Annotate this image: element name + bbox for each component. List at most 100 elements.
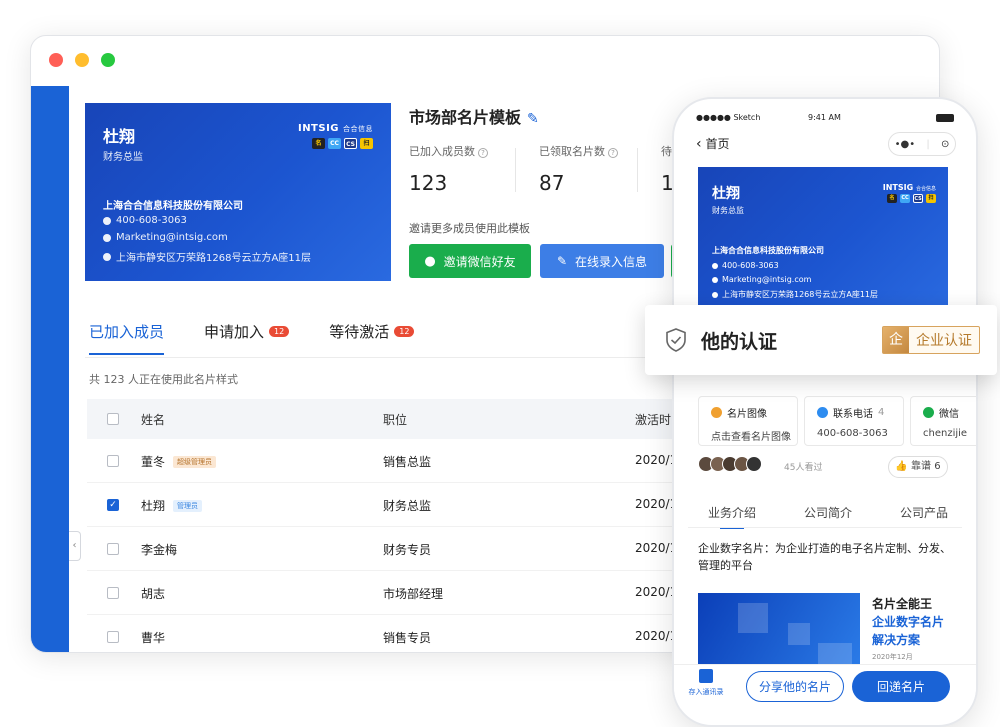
tab-applying[interactable]: 申请加入 12	[204, 316, 290, 346]
card-title: 财务总监	[712, 206, 744, 215]
row-checkbox[interactable]	[107, 455, 119, 467]
role-badge: 超级管理员	[173, 456, 217, 468]
card-title: 财务总监	[103, 152, 143, 163]
count-badge: 12	[394, 325, 415, 337]
column-header: 激活时	[635, 413, 672, 427]
tab-joined[interactable]: 已加入成员	[89, 316, 165, 355]
app-badge: CC	[900, 194, 910, 203]
phone-tabs: 业务介绍 公司简介 公司产品	[708, 504, 948, 529]
row-checkbox[interactable]	[107, 631, 119, 643]
battery-icon	[936, 114, 954, 122]
member-position: 销售专员	[383, 631, 432, 645]
reply-card-button[interactable]: 回递名片	[852, 671, 950, 702]
avatar	[746, 456, 762, 472]
wechat-icon	[923, 407, 934, 418]
quick-sub: 点击查看名片图像	[711, 432, 791, 443]
tab-divider	[688, 527, 962, 528]
pencil-icon: ✎	[556, 254, 568, 268]
like-button[interactable]: 👍 靠谱 6	[888, 456, 948, 478]
company-logo: INTSIG 合合信息	[297, 123, 373, 134]
select-all-checkbox[interactable]	[107, 413, 119, 425]
auth-title: 他的认证	[701, 331, 778, 353]
phone-business-card[interactable]: 杜翔 财务总监 INTSIG 合合信息 名 CC CS 扫 上海合合信息科技股份…	[698, 167, 948, 313]
card-email: Marketing@intsig.com	[712, 275, 811, 284]
tab-pending[interactable]: 等待激活 12	[329, 316, 415, 346]
enterprise-auth-badge[interactable]: 企 企业认证	[882, 326, 980, 354]
online-entry-button[interactable]: ✎ 在线录入信息	[540, 244, 664, 278]
viewer-count: 45人看过	[784, 463, 823, 473]
save-contacts-button[interactable]: 存入通讯录	[688, 669, 724, 697]
column-header: 姓名	[141, 413, 166, 427]
back-chevron-icon: ‹	[696, 136, 702, 152]
card-address: 上海市静安区万荣路1268号云立方A座11层	[103, 249, 311, 264]
row-checkbox[interactable]: ✓	[107, 499, 119, 511]
carrier: ●●●●● Sketch	[696, 113, 761, 122]
card-address: 上海市静安区万荣路1268号云立方A座11层	[712, 289, 878, 300]
share-card-button[interactable]: 分享他的名片	[746, 671, 844, 702]
location-icon	[712, 291, 718, 298]
minimize-dot[interactable]	[75, 53, 89, 67]
card-email: Marketing@intsig.com	[103, 232, 228, 243]
edit-icon[interactable]: ✎	[527, 111, 539, 127]
member-name: 曹华	[141, 631, 166, 645]
window-titlebar	[31, 36, 939, 86]
close-dot[interactable]	[49, 53, 63, 67]
company-logo: INTSIG 合合信息	[882, 183, 936, 192]
app-badges: 名 CC CS 扫	[312, 138, 373, 149]
card-phone: 400-608-3063	[712, 261, 779, 270]
tab-business[interactable]: 业务介绍	[708, 504, 756, 529]
clock: 9:41 AM	[808, 113, 841, 122]
member-name: 杜翔 管理员	[141, 497, 203, 514]
collapse-chevron-icon[interactable]: ‹	[69, 531, 81, 561]
shield-check-icon	[666, 328, 686, 352]
phone-icon	[103, 216, 111, 225]
tab-products[interactable]: 公司产品	[900, 504, 948, 521]
member-count: 共 123 人正在使用此名片样式	[89, 373, 238, 386]
mini-program-capsule: •●• | ⊙	[888, 132, 956, 156]
save-label: 存入通讯录	[688, 688, 724, 696]
promo-image[interactable]	[698, 593, 860, 673]
back-nav[interactable]: ‹ 首页	[696, 135, 729, 152]
role-badge: 管理员	[173, 500, 203, 512]
phone-icon	[817, 407, 828, 418]
member-position: 销售总监	[383, 455, 432, 469]
stat-value: 123	[409, 171, 448, 195]
member-position: 市场部经理	[383, 587, 444, 601]
app-badge: CS	[344, 138, 357, 149]
app-badge: CS	[913, 194, 923, 203]
quick-card-image[interactable]: 名片图像 点击查看名片图像	[698, 396, 798, 446]
promo-title: 名片全能王 企业数字名片 解决方案	[872, 597, 945, 647]
card-phone: 400-608-3063	[103, 215, 187, 226]
member-date: 2020/1	[635, 541, 678, 555]
tab-company[interactable]: 公司简介	[804, 504, 852, 521]
invite-wechat-button[interactable]: ● 邀请微信好友	[409, 244, 531, 278]
mail-icon	[103, 233, 111, 242]
stat-value: 87	[539, 171, 565, 195]
app-badge: 名	[887, 194, 897, 203]
card-name: 杜翔	[103, 127, 136, 146]
app-badge: 扫	[926, 194, 936, 203]
row-checkbox[interactable]	[107, 543, 119, 555]
mail-icon	[712, 276, 718, 283]
member-position: 财务总监	[383, 499, 432, 513]
promo-date: 2020年12月	[872, 653, 913, 661]
stat-joined: 已加入成员数? 123	[409, 143, 488, 195]
maximize-dot[interactable]	[101, 53, 115, 67]
quick-card-phone[interactable]: 联系电话 4 400-608-3063	[804, 396, 904, 446]
card-name: 杜翔	[712, 186, 740, 202]
quick-card-wechat[interactable]: 微信 chenzijie	[910, 396, 976, 446]
member-name: 董冬 超级管理员	[141, 453, 217, 470]
info-icon[interactable]: ?	[608, 148, 618, 158]
more-dots-icon[interactable]: •●•	[895, 139, 916, 150]
invite-text: 邀请更多成员使用此模板	[409, 222, 530, 235]
row-checkbox[interactable]	[107, 587, 119, 599]
app-badge: CC	[328, 138, 341, 149]
member-date: 2020/1	[635, 453, 678, 467]
member-name: 李金梅	[141, 543, 178, 557]
phone-mockup: ●●●●● Sketch 9:41 AM ‹ 首页 •●• | ⊙ 杜翔 财务总…	[672, 97, 978, 727]
member-position: 财务专员	[383, 543, 432, 557]
info-icon[interactable]: ?	[478, 148, 488, 158]
close-circle-icon[interactable]: ⊙	[941, 139, 949, 150]
app-badge: 名	[312, 138, 325, 149]
member-tabs: 已加入成员 申请加入 12 等待激活 12	[89, 316, 415, 355]
